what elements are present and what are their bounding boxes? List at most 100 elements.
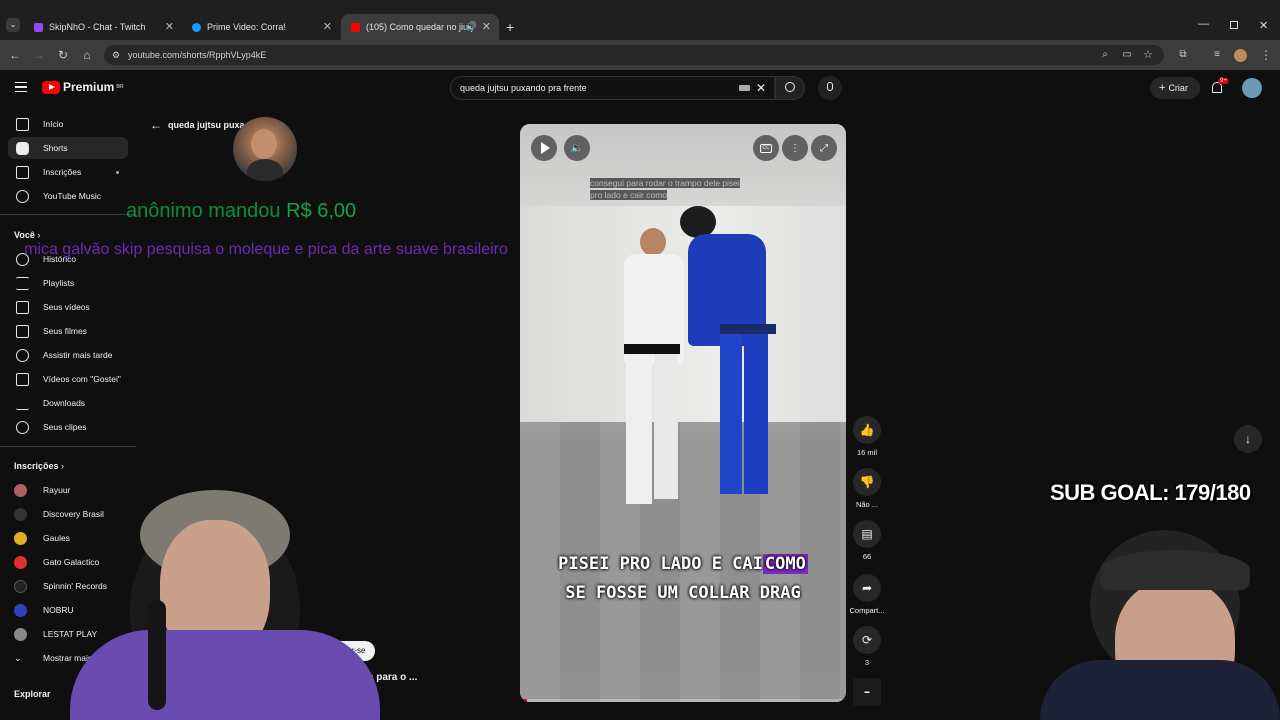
new-tab-icon[interactable]: + <box>506 19 514 35</box>
captions-icon: CC <box>760 143 772 153</box>
channel-avatar <box>14 627 27 641</box>
share-label: Compart... <box>849 606 885 615</box>
tab-title: SkipNhO - Chat - Twitch <box>49 22 146 32</box>
sidebar-item-youtube-music[interactable]: YouTube Music <box>8 185 128 207</box>
audio-track-icon: ▬ <box>853 678 881 706</box>
video-progress-bar[interactable] <box>520 699 846 702</box>
sidebar-item-your-videos[interactable]: Seus vídeos <box>8 296 128 318</box>
subtitle-line1: PISEI PRO LADO E CAI <box>558 554 763 574</box>
short-video-player[interactable]: consegui para rodar o trampo dele pisei … <box>520 124 846 702</box>
channel-avatar <box>14 531 27 545</box>
fullscreen-button[interactable]: ⤢ <box>811 135 837 161</box>
back-icon[interactable]: ← <box>8 48 22 62</box>
comments-button[interactable]: ▤ 66 <box>848 520 886 561</box>
tab-prime-video[interactable]: Prime Video: Corra! ✕ <box>182 14 340 40</box>
caption-line-1: consegui para rodar o trampo dele pisei <box>590 178 740 188</box>
search-button[interactable] <box>775 76 805 100</box>
tab-youtube[interactable]: (105) Como quedar no jiu-j 🔊 ✕ <box>341 14 499 40</box>
subscriptions-section-heading[interactable]: Inscrições › <box>14 461 64 471</box>
search-value: queda jujtsu puxando pra frente <box>460 83 587 93</box>
close-tab-icon[interactable]: ✕ <box>323 20 332 33</box>
extensions-icon[interactable]: ⧉ <box>1176 48 1190 62</box>
twitch-icon <box>34 22 43 32</box>
profile-avatar[interactable] <box>1234 49 1247 62</box>
sidebar-item-your-movies[interactable]: Seus filmes <box>8 320 128 342</box>
more-options-button[interactable]: ⋮ <box>782 135 808 161</box>
youtube-icon <box>351 22 360 32</box>
sidebar-item-label: Downloads <box>43 398 86 408</box>
remix-icon: ⟳ <box>853 626 881 654</box>
media-control-icon[interactable]: ≡ <box>1210 48 1224 62</box>
more-vert-icon: ⋮ <box>790 142 800 154</box>
home-icon[interactable]: ⌂ <box>80 48 94 62</box>
channel-avatar <box>14 603 27 617</box>
keyboard-icon[interactable] <box>739 85 750 91</box>
close-tab-icon[interactable]: ✕ <box>165 20 174 33</box>
logo-text: Premium <box>63 80 115 94</box>
sidebar-divider <box>0 446 136 447</box>
cast-icon[interactable]: ▭ <box>1120 48 1134 62</box>
close-window-icon[interactable]: ✕ <box>1259 19 1268 32</box>
search-input[interactable]: queda jujtsu puxando pra frente ✕ <box>450 76 775 100</box>
captions-button[interactable]: CC <box>753 135 779 161</box>
speaker-icon[interactable]: 🔊 <box>466 21 477 32</box>
address-bar[interactable]: ⚙ youtube.com/shorts/RpphVLyp4kE <box>104 45 1164 65</box>
dislike-button[interactable]: 👎 Não ... <box>848 468 886 509</box>
next-short-button[interactable]: ↓ <box>1234 425 1262 453</box>
like-count: 16 mil <box>856 448 877 457</box>
account-avatar[interactable] <box>1242 78 1262 98</box>
sidebar-item-subscriptions[interactable]: Inscrições <box>8 161 128 183</box>
donation-amount: R$ 6,00 <box>286 200 357 222</box>
forward-icon[interactable]: → <box>32 48 46 62</box>
sidebar-item-your-clips[interactable]: Seus clipes <box>8 416 128 438</box>
video-caption-small: consegui para rodar o trampo dele pisei … <box>590 177 786 201</box>
hamburger-menu-icon[interactable] <box>15 82 27 92</box>
voice-search-button[interactable] <box>818 76 842 100</box>
close-tab-icon[interactable]: ✕ <box>482 20 491 33</box>
fighter-blue-gi <box>680 206 780 516</box>
like-button[interactable]: 👍 16 mil <box>848 416 886 457</box>
sidebar-item-label: Seus filmes <box>43 326 87 336</box>
sidebar-item-home[interactable]: Início <box>8 113 128 135</box>
play-button[interactable] <box>531 135 557 161</box>
sub-goal-overlay: SUB GOAL: 179/180 <box>1050 480 1251 505</box>
arrow-down-icon: ↓ <box>1245 432 1251 446</box>
zoom-icon[interactable]: ⌕ <box>1098 48 1112 62</box>
home-icon <box>16 117 29 131</box>
tab-search-icon[interactable]: ⌄ <box>6 18 20 32</box>
sidebar-item-watch-later[interactable]: Assistir mais tarde <box>8 344 128 366</box>
site-info-icon[interactable]: ⚙ <box>112 45 120 65</box>
shorts-back-button[interactable]: ← queda jujtsu puxa <box>150 118 245 132</box>
browser-tab-bar: ⌄ SkipNhO - Chat - Twitch ✕ Prime Video:… <box>0 0 1280 40</box>
sidebar-item-liked-videos[interactable]: Vídeos com "Gostei" <box>8 368 128 390</box>
sidebar-item-label: Playlists <box>43 278 75 288</box>
volume-button[interactable]: 🔈 <box>564 135 590 161</box>
streamer-circle-cam <box>233 117 297 181</box>
browser-menu-icon[interactable]: ⋮ <box>1259 48 1273 62</box>
reload-icon[interactable]: ↻ <box>56 48 70 62</box>
youtube-premium-logo[interactable]: Premium BR <box>42 80 124 94</box>
share-button[interactable]: ➦ Compart... <box>848 574 886 615</box>
minimize-icon[interactable]: — <box>1198 18 1209 30</box>
sidebar-item-downloads[interactable]: Downloads <box>8 392 128 414</box>
back-arrow-icon: ← <box>150 118 162 132</box>
logo-region: BR <box>116 84 124 90</box>
share-icon: ➦ <box>853 574 881 602</box>
scissors-icon <box>16 420 29 434</box>
tab-twitch-chat[interactable]: SkipNhO - Chat - Twitch ✕ <box>24 14 182 40</box>
chevron-down-icon: ⌄ <box>14 652 22 663</box>
remix-button[interactable]: ⟳ 3 <box>848 626 886 667</box>
playlists-icon <box>16 276 29 290</box>
sound-thumbnail[interactable]: ▬ <box>848 678 886 710</box>
sidebar-item-shorts[interactable]: Shorts <box>8 137 128 159</box>
video-progress-fill <box>520 699 527 702</box>
streamer-webcam-right <box>960 510 1280 720</box>
restore-icon[interactable] <box>1230 21 1238 29</box>
mic-icon <box>827 82 833 91</box>
your-videos-icon <box>16 300 29 314</box>
create-button[interactable]: + Criar <box>1150 77 1200 99</box>
bookmark-star-icon[interactable]: ☆ <box>1141 48 1155 62</box>
sidebar-item-label: Seus vídeos <box>43 302 90 312</box>
sidebar-item-playlists[interactable]: Playlists <box>8 272 128 294</box>
clear-search-icon[interactable]: ✕ <box>756 77 766 99</box>
